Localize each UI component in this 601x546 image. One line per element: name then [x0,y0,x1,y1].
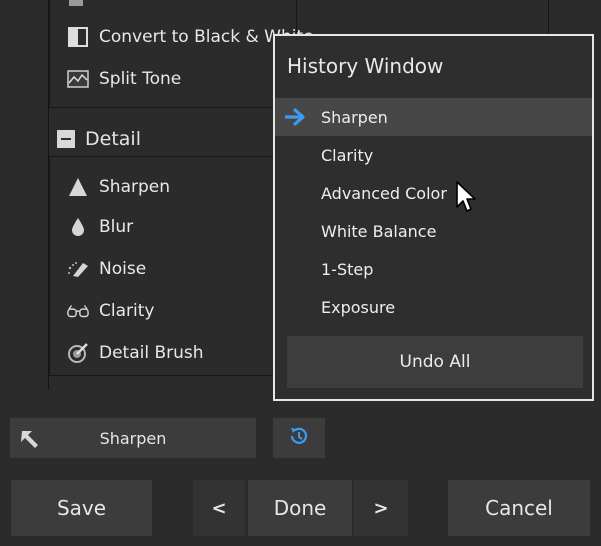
undo-all-label: Undo All [399,352,471,372]
next-label: > [373,497,389,519]
history-item-sharpen[interactable]: Sharpen [275,98,592,136]
tool-detail-brush[interactable]: Detail Brush [67,335,204,371]
tool-clarity[interactable]: Clarity [67,293,154,329]
history-item-exposure[interactable]: Exposure [275,288,592,326]
cancel-label: Cancel [485,496,553,520]
current-step-arrow-icon [284,108,309,130]
history-item-label: Sharpen [321,107,388,127]
history-list: Sharpen Clarity Advanced Color White Bal… [275,98,592,326]
done-button[interactable]: Done [248,480,352,536]
tool-label: Split Tone [99,69,182,89]
color-tools-group: Convert to Black & White Split Tone [49,0,314,108]
history-item-label: Exposure [321,297,396,317]
done-label: Done [273,496,327,520]
split-tone-icon [67,68,89,90]
history-item-white-balance[interactable]: White Balance [275,212,592,250]
detail-tools-group: Sharpen Blur Noise Clarity Detail Brush [49,156,297,376]
sharpen-icon [67,176,89,198]
tool-label: Clarity [99,301,155,321]
save-button[interactable]: Save [11,480,152,536]
collapse-icon[interactable] [57,130,75,148]
history-icon [288,425,310,452]
black-white-icon [67,26,89,48]
tool-label: Blur [99,217,134,237]
detail-section-label: Detail [85,128,141,150]
previous-button[interactable]: < [193,480,245,536]
detail-brush-icon [67,342,89,364]
partial-icon [69,0,83,6]
history-window: History Window Sharpen Clarity Advanced … [273,34,594,401]
history-item-1-step[interactable]: 1-Step [275,250,592,288]
save-label: Save [56,496,107,520]
tool-label: Detail Brush [99,343,204,363]
clarity-glasses-icon [67,300,89,322]
previous-label: < [211,497,227,519]
mouse-cursor-icon [455,180,479,218]
tool-noise[interactable]: Noise [67,251,146,287]
tool-blur[interactable]: Blur [67,209,133,245]
undo-button[interactable]: Sharpen [10,418,256,458]
tool-label: Noise [99,259,147,279]
undo-arrow-icon [18,427,42,453]
tool-sharpen[interactable]: Sharpen [67,169,170,205]
history-window-title: History Window [287,54,444,78]
noise-eraser-icon [67,258,89,280]
history-item-label: 1-Step [321,259,374,279]
history-item-label: Advanced Color [321,183,447,203]
tool-split-tone[interactable]: Split Tone [67,61,181,97]
history-item-clarity[interactable]: Clarity [275,136,592,174]
undo-label: Sharpen [99,428,167,448]
undo-all-button[interactable]: Undo All [287,336,583,388]
tool-label: Sharpen [99,177,170,197]
history-item-label: White Balance [321,221,437,241]
history-item-label: Clarity [321,145,374,165]
next-button[interactable]: > [354,480,408,536]
history-button[interactable] [273,418,325,458]
cancel-button[interactable]: Cancel [448,480,590,536]
history-item-advanced-color[interactable]: Advanced Color [275,174,592,212]
detail-section-header[interactable]: Detail [57,124,141,154]
blur-drop-icon [67,216,89,238]
